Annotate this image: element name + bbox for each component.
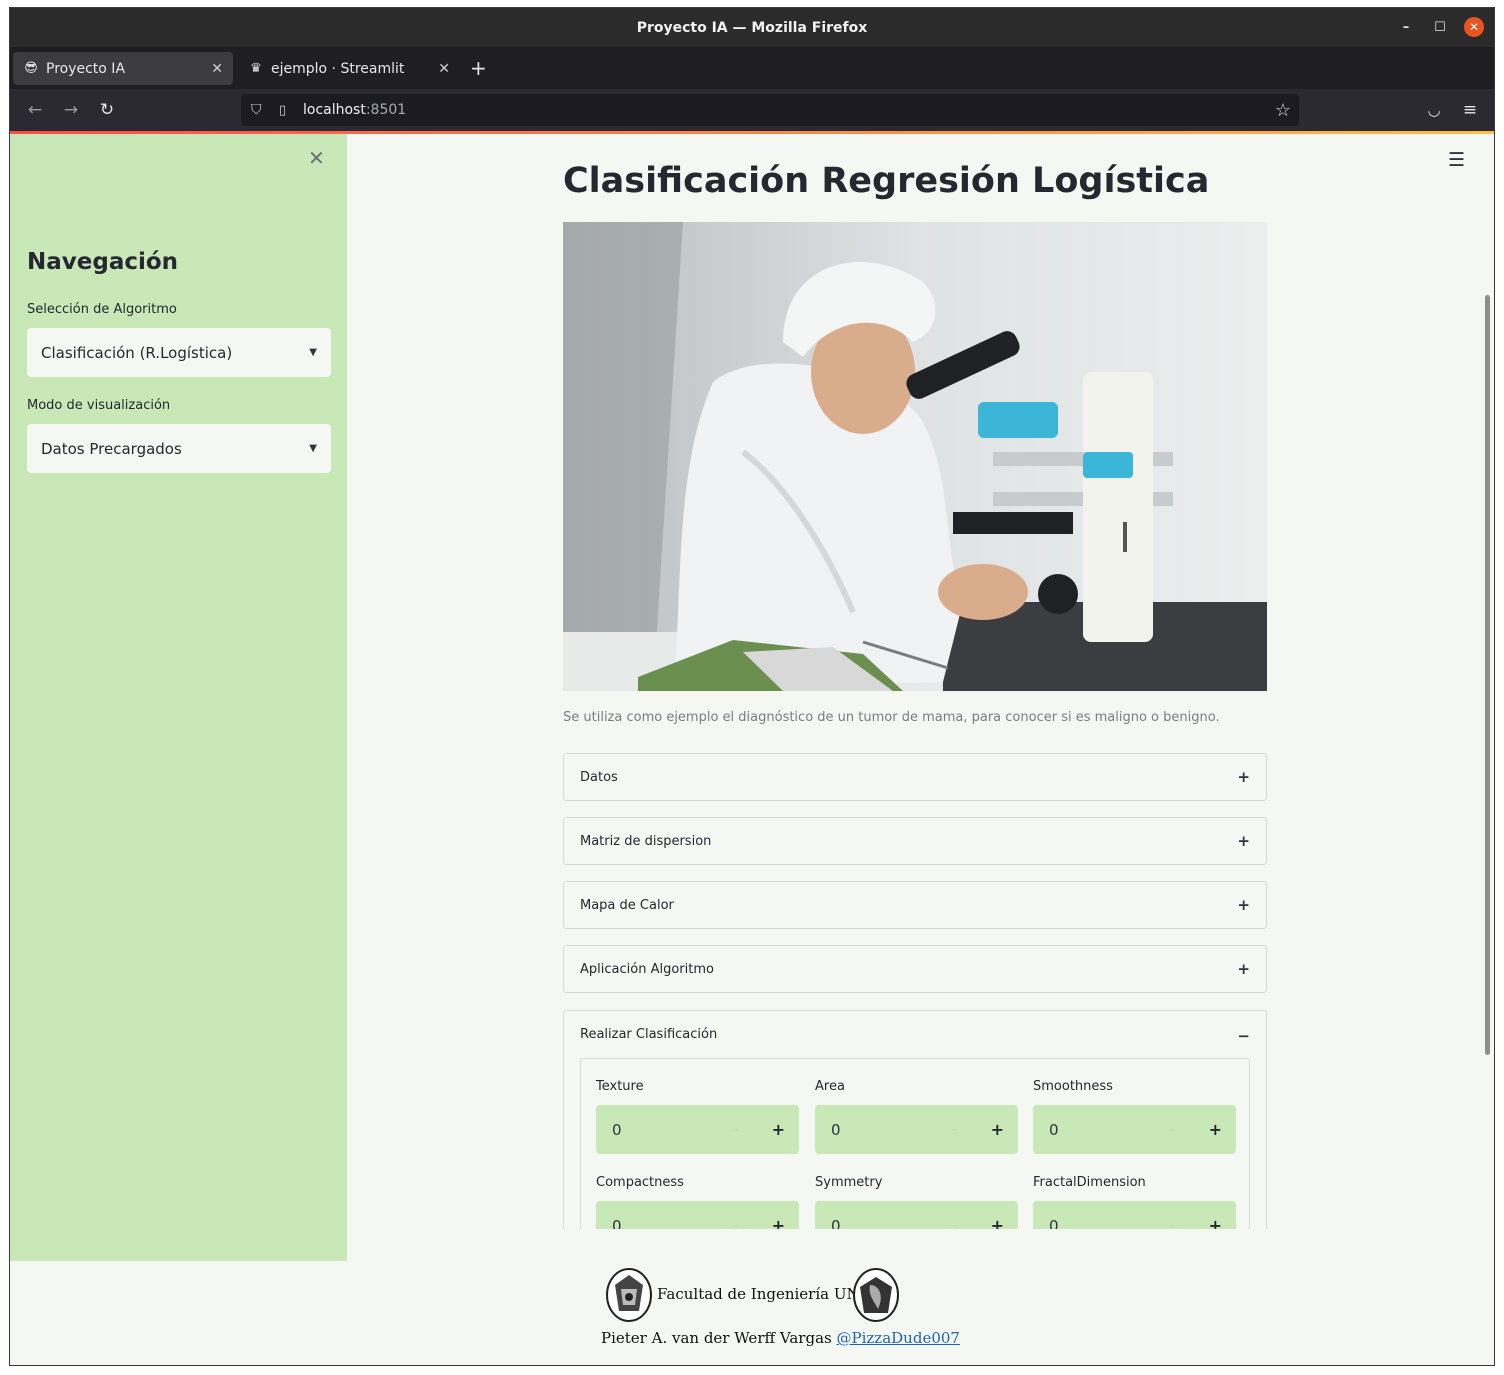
area-number-input[interactable]: 0 – +	[815, 1105, 1018, 1154]
hero-image-scientist-microscope	[563, 222, 1267, 691]
author-handle-link[interactable]: @PizzaDude007	[837, 1329, 960, 1347]
bookmark-star-icon[interactable]: ☆	[1275, 100, 1291, 121]
expander-label: Realizar Clasificación	[580, 1027, 718, 1042]
hamburger-menu-icon[interactable]: ☰	[1448, 149, 1465, 171]
maximize-icon[interactable]: ☐	[1430, 17, 1450, 37]
forward-icon[interactable]: →	[60, 99, 82, 121]
increment-button[interactable]: +	[772, 1120, 785, 1139]
decrement-button[interactable]: –	[951, 1122, 958, 1138]
area-label: Area	[815, 1079, 845, 1094]
url-port: :8501	[365, 102, 407, 118]
pocket-icon[interactable]: ◡	[1423, 99, 1445, 121]
sidebar-close-icon[interactable]: ✕	[308, 146, 325, 170]
classification-form: Texture 0 – + Area 0 – + Smoothness 0 – …	[580, 1058, 1250, 1229]
tab-label: Proyecto IA	[46, 60, 126, 77]
page-title: Clasificación Regresión Logística	[563, 161, 1210, 201]
title-bar: Proyecto IA — Mozilla Firefox – ☐ ✕	[10, 8, 1494, 47]
close-window-icon[interactable]: ✕	[1464, 17, 1484, 37]
decrement-button[interactable]: –	[1169, 1218, 1176, 1230]
tab-ejemplo-streamlit[interactable]: ♛ ejemplo · Streamlit ✕	[238, 52, 460, 85]
main-content: ☰ Clasificación Regresión Logística Se u…	[347, 134, 1494, 1229]
symmetry-number-input[interactable]: 0 – +	[815, 1201, 1018, 1229]
tab-bar: 😎 Proyecto IA ✕ ♛ ejemplo · Streamlit ✕ …	[10, 47, 1494, 89]
symmetry-value[interactable]: 0	[831, 1217, 841, 1230]
expander-datos[interactable]: Datos +	[563, 753, 1267, 801]
expander-aplicacion-algoritmo[interactable]: Aplicación Algoritmo +	[563, 945, 1267, 993]
collapse-icon: −	[1237, 1027, 1250, 1045]
algorithm-select-value: Clasificación (R.Logística)	[41, 343, 233, 362]
fractal-dimension-number-input[interactable]: 0 – +	[1033, 1201, 1236, 1229]
expander-label: Datos	[580, 769, 618, 785]
minimize-icon[interactable]: –	[1396, 17, 1416, 37]
close-tab-icon[interactable]: ✕	[211, 61, 223, 77]
url-text[interactable]: localhost:8501	[303, 102, 406, 118]
fractal-dimension-label: FractalDimension	[1033, 1175, 1146, 1190]
texture-label: Texture	[596, 1079, 644, 1094]
algorithm-select[interactable]: Clasificación (R.Logística) ▼	[27, 328, 331, 377]
chevron-down-icon: ▼	[309, 347, 317, 358]
texture-number-input[interactable]: 0 – +	[596, 1105, 799, 1154]
new-tab-icon[interactable]: +	[470, 58, 487, 78]
navigation-bar: ← → ↻ ⛉ ▯ localhost:8501 ☆ ◡ ≡	[10, 89, 1494, 131]
expand-icon: +	[1237, 896, 1250, 914]
url-bar[interactable]: ⛉ ▯ localhost:8501 ☆	[241, 94, 1299, 126]
mode-select[interactable]: Datos Precargados ▼	[27, 424, 331, 473]
browser-window: Proyecto IA — Mozilla Firefox – ☐ ✕ 😎 Pr…	[9, 7, 1495, 1366]
mode-select-label: Modo de visualización	[27, 398, 171, 413]
expander-matriz-dispersion[interactable]: Matriz de dispersion +	[563, 817, 1267, 865]
author-line: Pieter A. van der Werff Vargas @PizzaDud…	[601, 1329, 960, 1347]
expander-label: Aplicación Algoritmo	[580, 961, 714, 977]
increment-button[interactable]: +	[991, 1216, 1004, 1229]
scrollbar[interactable]	[1485, 295, 1490, 1055]
url-host: localhost	[303, 102, 366, 118]
menu-icon[interactable]: ≡	[1459, 99, 1481, 121]
expander-realizar-clasificacion[interactable]: Realizar Clasificación − Texture 0 – + A…	[563, 1010, 1267, 1229]
mode-select-value: Datos Precargados	[41, 439, 182, 458]
crown-icon: ♛	[250, 61, 262, 76]
algorithm-select-label: Selección de Algoritmo	[27, 302, 177, 317]
area-value[interactable]: 0	[831, 1121, 841, 1139]
page-icon: ▯	[279, 102, 287, 118]
smoothness-value[interactable]: 0	[1049, 1121, 1059, 1139]
decrement-button[interactable]: –	[732, 1122, 739, 1138]
expand-icon: +	[1237, 960, 1250, 978]
reload-icon[interactable]: ↻	[96, 99, 118, 121]
decrement-button[interactable]: –	[1169, 1122, 1176, 1138]
smoothness-number-input[interactable]: 0 – +	[1033, 1105, 1236, 1154]
sidebar: ✕ Navegación Selección de Algoritmo Clas…	[10, 134, 347, 1261]
image-caption: Se utiliza como ejemplo el diagnóstico d…	[563, 710, 1220, 725]
sunglasses-emoji-icon: 😎	[24, 61, 38, 76]
tab-label: ejemplo · Streamlit	[271, 60, 405, 77]
increment-button[interactable]: +	[1209, 1216, 1222, 1229]
increment-button[interactable]: +	[772, 1216, 785, 1229]
increment-button[interactable]: +	[991, 1120, 1004, 1139]
window-controls: – ☐ ✕	[1396, 17, 1484, 37]
decrement-button[interactable]: –	[951, 1218, 958, 1230]
chevron-down-icon: ▼	[309, 443, 317, 454]
compactness-label: Compactness	[596, 1175, 684, 1190]
tab-proyecto-ia[interactable]: 😎 Proyecto IA ✕	[13, 52, 233, 85]
unam-seal-icon	[852, 1267, 900, 1323]
author-name: Pieter A. van der Werff Vargas	[601, 1329, 832, 1347]
back-icon[interactable]: ←	[24, 99, 46, 121]
texture-value[interactable]: 0	[612, 1121, 622, 1139]
expander-label: Mapa de Calor	[580, 897, 674, 913]
expand-icon: +	[1237, 832, 1250, 850]
shield-icon[interactable]: ⛉	[251, 102, 269, 118]
footer: Facultad de Ingeniería UNAM Pieter A. va…	[10, 1261, 1494, 1365]
expander-label: Matriz de dispersion	[580, 833, 712, 849]
ingenieria-seal-icon	[605, 1267, 653, 1323]
increment-button[interactable]: +	[1209, 1120, 1222, 1139]
expand-icon: +	[1237, 768, 1250, 786]
close-tab-icon[interactable]: ✕	[438, 61, 450, 77]
window-title: Proyecto IA — Mozilla Firefox	[636, 19, 868, 36]
sidebar-title: Navegación	[27, 249, 179, 275]
symmetry-label: Symmetry	[815, 1175, 883, 1190]
compactness-value[interactable]: 0	[612, 1217, 622, 1230]
smoothness-label: Smoothness	[1033, 1079, 1113, 1094]
decrement-button[interactable]: –	[732, 1218, 739, 1230]
compactness-number-input[interactable]: 0 – +	[596, 1201, 799, 1229]
expander-mapa-calor[interactable]: Mapa de Calor +	[563, 881, 1267, 929]
fractal-dimension-value[interactable]: 0	[1049, 1217, 1059, 1230]
